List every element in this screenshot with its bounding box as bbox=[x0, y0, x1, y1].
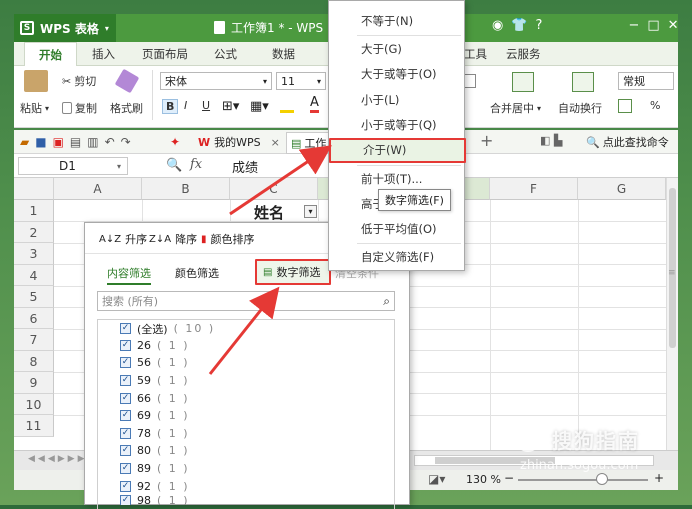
arrow-to-number-filter bbox=[208, 286, 280, 375]
arrow-to-between bbox=[229, 145, 332, 216]
watermark-url: zhinan.sogou.com bbox=[520, 458, 639, 473]
watermark-brand: 搜狗指南 bbox=[552, 429, 640, 453]
sogou-logo-icon bbox=[516, 428, 540, 452]
